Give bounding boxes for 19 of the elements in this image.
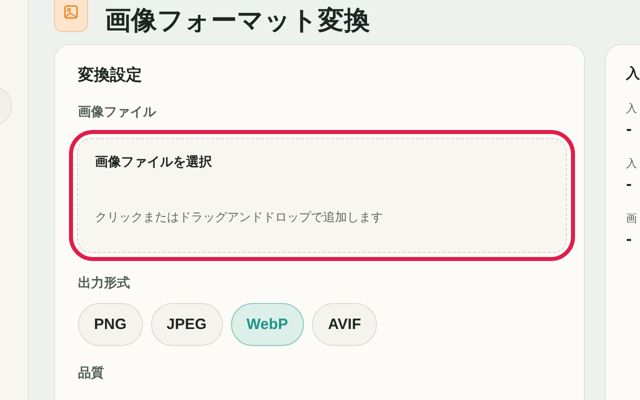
info-value: - xyxy=(626,177,633,193)
info-value: - xyxy=(626,232,633,248)
card-title: 入 xyxy=(626,65,640,83)
dropzone-hint: クリックまたはドラッグアンドドロップで追加します xyxy=(95,209,384,226)
image-icon xyxy=(54,0,88,32)
format-option[interactable]: AVIF xyxy=(312,303,378,346)
format-option[interactable]: JPEG xyxy=(150,303,223,346)
field-label: 出力形式 xyxy=(78,275,131,292)
info-value: - xyxy=(626,122,633,138)
file-dropzone[interactable]: 画像ファイルを選択 クリックまたはドラッグアンドドロップで追加します xyxy=(69,130,575,261)
info-label: 入 xyxy=(626,156,638,171)
dropzone-title: 画像ファイルを選択 xyxy=(95,154,213,171)
field-label: 画像ファイル xyxy=(78,104,158,121)
field-label: 品質 xyxy=(78,364,105,382)
info-label: 入 xyxy=(626,101,638,116)
format-option[interactable]: PNG xyxy=(78,303,143,346)
info-label: 画 xyxy=(626,211,638,226)
card-title: 変換設定 xyxy=(78,65,143,86)
page-title: 画像フォーマット変換 xyxy=(105,5,370,37)
